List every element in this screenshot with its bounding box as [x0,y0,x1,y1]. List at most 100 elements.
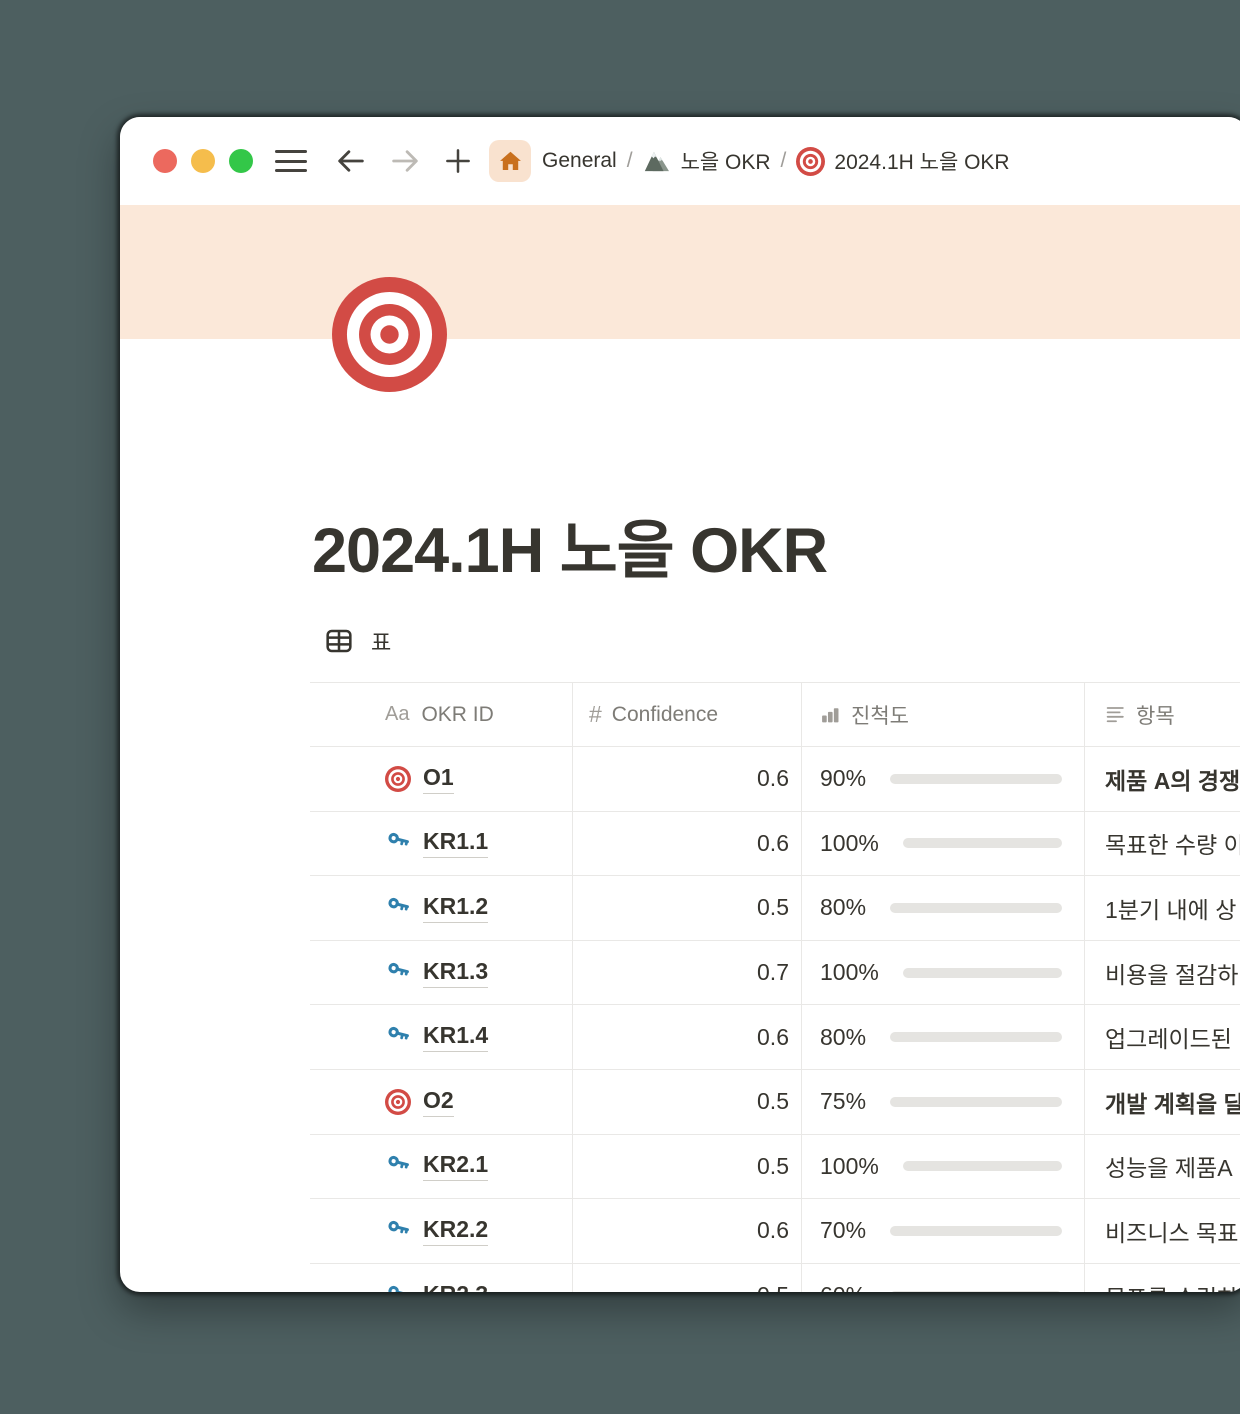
key-icon [385,830,411,856]
confidence-cell[interactable]: 0.5 [573,1135,802,1199]
close-window-button[interactable] [153,149,177,173]
new-page-button[interactable] [441,144,475,178]
table-row[interactable]: KR1.2 0.5 80% 1분기 내에 상 [310,876,1240,941]
progress-percent-label: 80% [820,894,866,921]
progress-bar [903,1161,1062,1171]
table-row[interactable]: O1 0.6 90% 제품 A의 경쟁 [310,747,1240,812]
okr-id-cell[interactable]: KR1.4 [310,1005,573,1069]
item-cell[interactable]: 비용을 절감하 [1085,941,1240,1005]
number-property-icon: # [589,701,602,728]
target-icon [385,766,411,792]
progress-cell[interactable]: 90% [802,747,1085,811]
breadcrumb-item-current-page[interactable]: 2024.1H 노을 OKR [796,146,1009,176]
table-row[interactable]: KR2.1 0.5 100% 성능을 제품A [310,1135,1240,1200]
okr-id-cell[interactable]: O2 [310,1070,573,1134]
column-header-label: OKR ID [421,703,493,727]
okr-id-link[interactable]: KR2.1 [423,1151,488,1181]
okr-id-cell[interactable]: KR1.2 [310,876,573,940]
text-property-icon [1105,704,1126,725]
progress-cell[interactable]: 100% [802,941,1085,1005]
table-row[interactable]: KR2.2 0.6 70% 비즈니스 목표 [310,1199,1240,1264]
progress-bar [890,1226,1062,1236]
confidence-cell[interactable]: 0.5 [573,1264,802,1292]
progress-cell[interactable]: 100% [802,1135,1085,1199]
item-cell[interactable]: 제품 A의 경쟁 [1085,747,1240,811]
table-row[interactable]: KR1.3 0.7 100% 비용을 절감하 [310,941,1240,1006]
breadcrumb-item-noeul-okr[interactable]: 노을 OKR [643,146,771,176]
okr-id-link[interactable]: KR2.2 [423,1216,488,1246]
okr-id-cell[interactable]: KR1.1 [310,812,573,876]
tab-table-view[interactable]: 표 [323,625,391,657]
progress-cell[interactable]: 60% [802,1264,1085,1292]
arrow-right-icon [388,144,422,178]
progress-bar [890,1032,1062,1042]
okr-id-cell[interactable]: O1 [310,747,573,811]
chart-property-icon [820,704,841,725]
screenshot-root: { "titlebar": { "separator": "/", "bread… [0,0,1240,1414]
table-row[interactable]: KR2.3 0.5 60% 목표를 수립하 [310,1264,1240,1292]
item-cell[interactable]: 업그레이드된 [1085,1005,1240,1069]
home-button[interactable] [489,140,531,182]
table-row[interactable]: KR1.1 0.6 100% 목표한 수량 이 [310,812,1240,877]
key-icon [385,960,411,986]
key-icon [385,1153,411,1179]
progress-cell[interactable]: 80% [802,876,1085,940]
okr-id-link[interactable]: O2 [423,1087,454,1117]
confidence-cell[interactable]: 0.7 [573,941,802,1005]
progress-bar [890,774,1062,784]
progress-cell[interactable]: 100% [802,812,1085,876]
hamburger-icon [275,169,307,172]
progress-cell[interactable]: 80% [802,1005,1085,1069]
page-icon-target[interactable] [332,277,447,392]
okr-id-link[interactable]: KR2.3 [423,1281,488,1292]
okr-id-link[interactable]: KR1.1 [423,828,488,858]
page-title[interactable]: 2024.1H 노을 OKR [312,500,827,591]
okr-id-cell[interactable]: KR2.2 [310,1199,573,1263]
table-row[interactable]: O2 0.5 75% 개발 계획을 달 [310,1070,1240,1135]
column-header-progress[interactable]: 진척도 [802,683,1085,746]
target-icon [332,277,447,392]
item-cell[interactable]: 비즈니스 목표 [1085,1199,1240,1263]
minimize-window-button[interactable] [191,149,215,173]
column-header-okr-id[interactable]: Aa OKR ID [310,683,573,746]
item-cell[interactable]: 목표한 수량 이 [1085,812,1240,876]
okr-id-link[interactable]: KR1.3 [423,958,488,988]
progress-percent-label: 80% [820,1024,866,1051]
key-icon [385,1218,411,1244]
confidence-cell[interactable]: 0.6 [573,747,802,811]
confidence-cell[interactable]: 0.5 [573,876,802,940]
progress-cell[interactable]: 70% [802,1199,1085,1263]
app-window: General / 노을 OKR / [120,117,1240,1292]
progress-percent-label: 100% [820,830,879,857]
home-icon [498,149,523,174]
confidence-cell[interactable]: 0.6 [573,1005,802,1069]
okr-id-link[interactable]: KR1.2 [423,893,488,923]
okr-id-link[interactable]: KR1.4 [423,1022,488,1052]
item-cell[interactable]: 성능을 제품A [1085,1135,1240,1199]
item-cell[interactable]: 1분기 내에 상 [1085,876,1240,940]
progress-bar [890,903,1062,913]
item-cell[interactable]: 개발 계획을 달 [1085,1070,1240,1134]
progress-bar [903,838,1062,848]
column-header-confidence[interactable]: # Confidence [573,683,802,746]
okr-id-cell[interactable]: KR2.1 [310,1135,573,1199]
confidence-cell[interactable]: 0.5 [573,1070,802,1134]
okr-id-link[interactable]: O1 [423,764,454,794]
zoom-window-button[interactable] [229,149,253,173]
okr-id-cell[interactable]: KR1.3 [310,941,573,1005]
item-cell[interactable]: 목표를 수립하 [1085,1264,1240,1292]
okr-id-cell[interactable]: KR2.3 [310,1264,573,1292]
table-row[interactable]: KR1.4 0.6 80% 업그레이드된 [310,1005,1240,1070]
sidebar-toggle-button[interactable] [275,148,307,174]
back-button[interactable] [333,143,369,179]
table-body: O1 0.6 90% 제품 A의 경쟁 KR1.1 0.6 100% 목표한 수… [310,747,1240,1292]
forward-button[interactable] [387,143,423,179]
confidence-cell[interactable]: 0.6 [573,812,802,876]
title-property-icon: Aa [385,703,409,726]
confidence-cell[interactable]: 0.6 [573,1199,802,1263]
breadcrumb-separator: / [627,149,633,173]
progress-cell[interactable]: 75% [802,1070,1085,1134]
breadcrumb-label: 노을 OKR [681,146,771,176]
column-header-item[interactable]: 항목 [1085,683,1240,746]
breadcrumb-item-general[interactable]: General [542,149,617,173]
